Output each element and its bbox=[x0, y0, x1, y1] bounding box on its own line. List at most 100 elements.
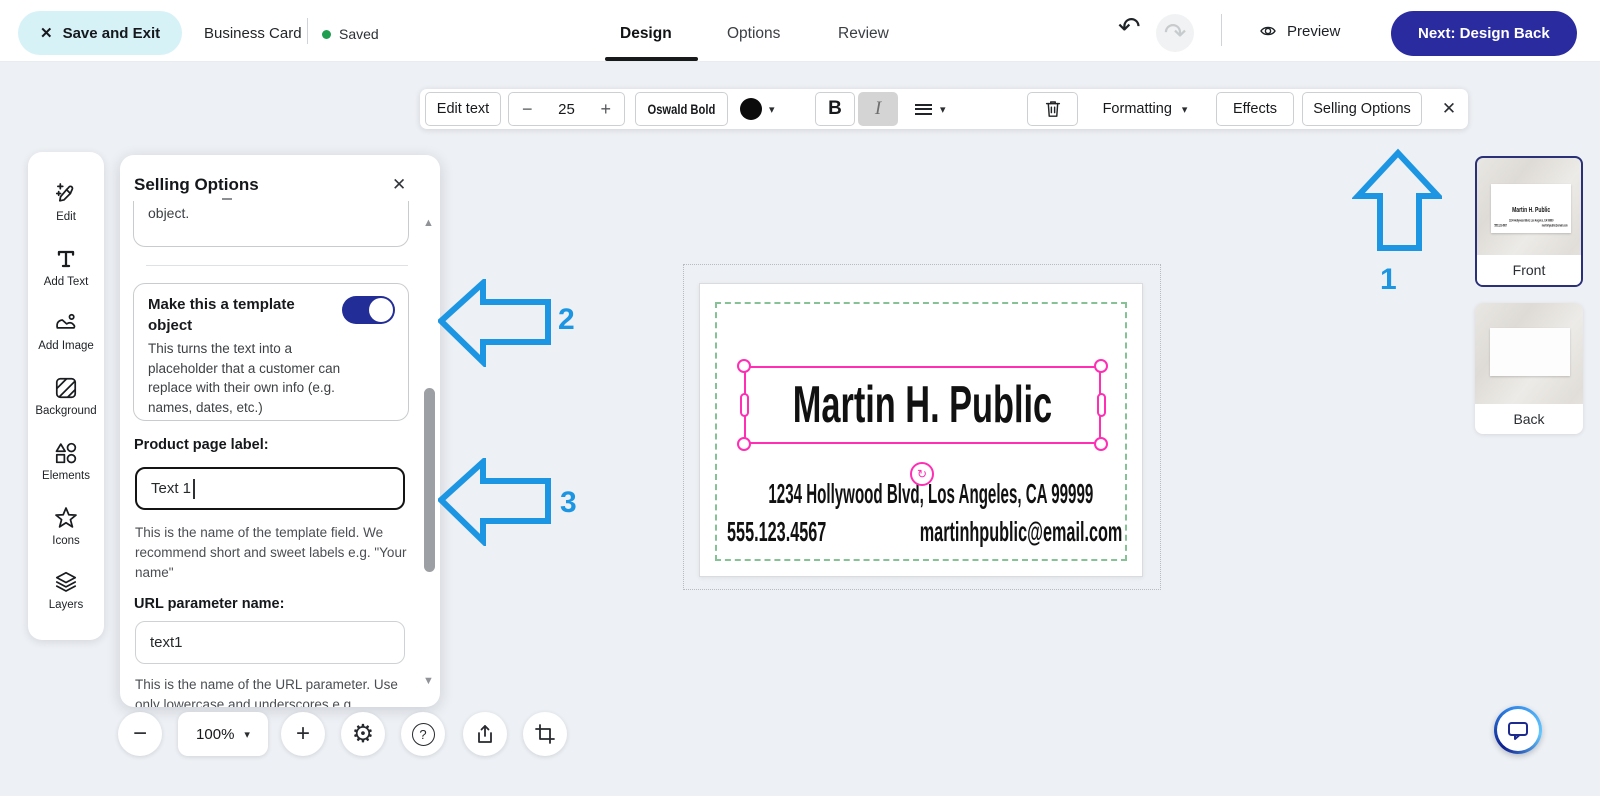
italic-button[interactable]: I bbox=[858, 92, 898, 126]
panel-scrollbar-thumb[interactable] bbox=[424, 388, 435, 572]
star-icon bbox=[53, 505, 79, 531]
undo-icon[interactable]: ↶ bbox=[1118, 14, 1141, 41]
template-toggle-description: This turns the text into a placeholder t… bbox=[148, 339, 356, 417]
template-toggle-label: Make this a template object bbox=[148, 294, 338, 336]
panel-divider bbox=[146, 265, 408, 266]
toggle-knob bbox=[369, 298, 393, 322]
font-size-increase-button[interactable]: + bbox=[600, 99, 611, 120]
resize-handle-bottom-left[interactable] bbox=[737, 437, 751, 451]
annotation-arrow-left-2 bbox=[438, 279, 551, 367]
settings-button[interactable]: ⚙ bbox=[341, 712, 385, 756]
card-address-text[interactable]: 1234 Hollywood Blvd, Los Angeles, CA 999… bbox=[743, 479, 1119, 509]
font-size-value[interactable]: 25 bbox=[558, 101, 575, 118]
url-parameter-help: This is the name of the URL parameter. U… bbox=[135, 675, 419, 707]
sidebar-item-edit[interactable]: Edit bbox=[53, 181, 79, 223]
sidebar-item-icons[interactable]: Icons bbox=[52, 505, 80, 547]
crop-icon bbox=[535, 724, 555, 744]
resize-handle-top-right[interactable] bbox=[1094, 359, 1108, 373]
resize-handle-top-left[interactable] bbox=[737, 359, 751, 373]
formatting-dropdown[interactable]: Formatting ▾ bbox=[1095, 92, 1195, 126]
chevron-down-icon: ▾ bbox=[769, 103, 775, 116]
next-design-back-button[interactable]: Next: Design Back bbox=[1391, 11, 1577, 56]
chevron-down-icon: ▾ bbox=[940, 103, 946, 116]
card-email-text[interactable]: martinhpublic@email.com bbox=[882, 517, 1122, 547]
text-color-button[interactable]: ▾ bbox=[740, 92, 786, 126]
align-lines-icon bbox=[915, 101, 932, 117]
mini-address: 1234 Hollywood Blvd, Los Angeles, CA 999… bbox=[1509, 219, 1553, 223]
zoom-level-value: 100% bbox=[196, 726, 234, 743]
text-align-button[interactable]: ▾ bbox=[915, 92, 959, 126]
preview-button[interactable]: Preview bbox=[1258, 17, 1340, 45]
rotate-handle[interactable]: ↻ bbox=[910, 462, 934, 486]
scroll-up-icon[interactable]: ▲ bbox=[423, 217, 434, 229]
eye-icon bbox=[1258, 23, 1278, 39]
crop-button[interactable] bbox=[523, 712, 567, 756]
resize-handle-left[interactable] bbox=[740, 393, 749, 417]
saved-dot-icon bbox=[322, 30, 331, 39]
partial-text: object. bbox=[148, 205, 189, 221]
top-bar: ✕ Save and Exit Business Card Saved Desi… bbox=[0, 0, 1600, 62]
product-page-label-input[interactable]: Text 1 bbox=[135, 467, 405, 510]
plus-icon: + bbox=[296, 722, 310, 746]
front-minicard: Martin H. Public 1234 Hollywood Blvd, Lo… bbox=[1491, 184, 1571, 233]
tab-options[interactable]: Options bbox=[727, 25, 780, 43]
sidebar-item-elements[interactable]: Elements bbox=[42, 440, 90, 482]
mini-phone: 555.123.4567 bbox=[1494, 224, 1507, 228]
share-button[interactable] bbox=[463, 712, 507, 756]
sidebar-item-layers[interactable]: Layers bbox=[49, 569, 84, 611]
font-family-button[interactable]: Oswald Bold bbox=[635, 92, 728, 126]
delete-button[interactable] bbox=[1027, 92, 1078, 126]
resize-handle-bottom-right[interactable] bbox=[1094, 437, 1108, 451]
sidebar-item-background[interactable]: Background bbox=[35, 375, 96, 417]
tab-review[interactable]: Review bbox=[838, 25, 889, 43]
save-and-exit-label: Save and Exit bbox=[63, 25, 161, 42]
url-parameter-input[interactable]: text1 bbox=[135, 621, 405, 664]
resize-handle-right[interactable] bbox=[1097, 393, 1106, 417]
scroll-down-icon[interactable]: ▼ bbox=[423, 675, 434, 687]
tab-design[interactable]: Design bbox=[620, 25, 672, 43]
text-cursor bbox=[193, 479, 195, 499]
chat-bubble-icon bbox=[1505, 717, 1531, 743]
help-button[interactable]: ? bbox=[401, 712, 445, 756]
toolbar-close-button[interactable]: ✕ bbox=[1434, 92, 1464, 126]
sidebar-item-add-text[interactable]: Add Text bbox=[44, 246, 89, 288]
sidebar-item-label: Add Text bbox=[44, 276, 89, 288]
sidebar-item-add-image[interactable]: Add Image bbox=[38, 310, 94, 352]
active-tab-underline bbox=[605, 57, 698, 61]
redo-icon: ↷ bbox=[1164, 20, 1187, 47]
chevron-down-icon: ▾ bbox=[1182, 103, 1188, 116]
layers-icon bbox=[53, 569, 79, 595]
zoom-level-dropdown[interactable]: 100% ▾ bbox=[178, 712, 268, 756]
effects-button[interactable]: Effects bbox=[1216, 92, 1294, 126]
sidebar-item-label: Background bbox=[35, 405, 96, 417]
sidebar-item-label: Elements bbox=[42, 470, 90, 482]
chevron-down-icon: ▾ bbox=[244, 728, 250, 741]
chat-button[interactable] bbox=[1494, 706, 1542, 754]
redo-button[interactable]: ↷ bbox=[1156, 14, 1194, 52]
template-object-card: Make this a template object This turns t… bbox=[133, 283, 409, 421]
text-selection-box[interactable] bbox=[744, 366, 1101, 444]
text-icon bbox=[53, 246, 79, 272]
selling-options-button[interactable]: Selling Options bbox=[1302, 92, 1422, 126]
save-and-exit-button[interactable]: ✕ Save and Exit bbox=[18, 11, 182, 55]
font-size-decrease-button[interactable]: − bbox=[522, 99, 533, 120]
annotation-number-3: 3 bbox=[560, 486, 577, 520]
zoom-out-button[interactable]: − bbox=[118, 712, 162, 756]
formatting-label: Formatting bbox=[1103, 101, 1172, 117]
product-page-label-value: Text 1 bbox=[151, 480, 191, 497]
product-page-label-help: This is the name of the template field. … bbox=[135, 523, 419, 583]
sidebar-item-label: Add Image bbox=[38, 340, 94, 352]
annotation-number-2: 2 bbox=[558, 303, 575, 337]
background-icon bbox=[53, 375, 79, 401]
panel-close-icon[interactable]: ✕ bbox=[392, 175, 406, 195]
thumbnail-front[interactable]: Martin H. Public 1234 Hollywood Blvd, Lo… bbox=[1475, 156, 1583, 287]
bold-button[interactable]: B bbox=[815, 92, 855, 126]
back-label: Back bbox=[1475, 404, 1583, 434]
edit-text-button[interactable]: Edit text bbox=[425, 92, 501, 126]
annotation-number-1: 1 bbox=[1380, 263, 1397, 297]
thumbnail-back[interactable]: Back bbox=[1475, 303, 1583, 434]
zoom-in-button[interactable]: + bbox=[281, 712, 325, 756]
shapes-icon bbox=[53, 440, 79, 466]
save-status: Saved bbox=[322, 26, 379, 42]
template-toggle[interactable] bbox=[342, 296, 395, 324]
